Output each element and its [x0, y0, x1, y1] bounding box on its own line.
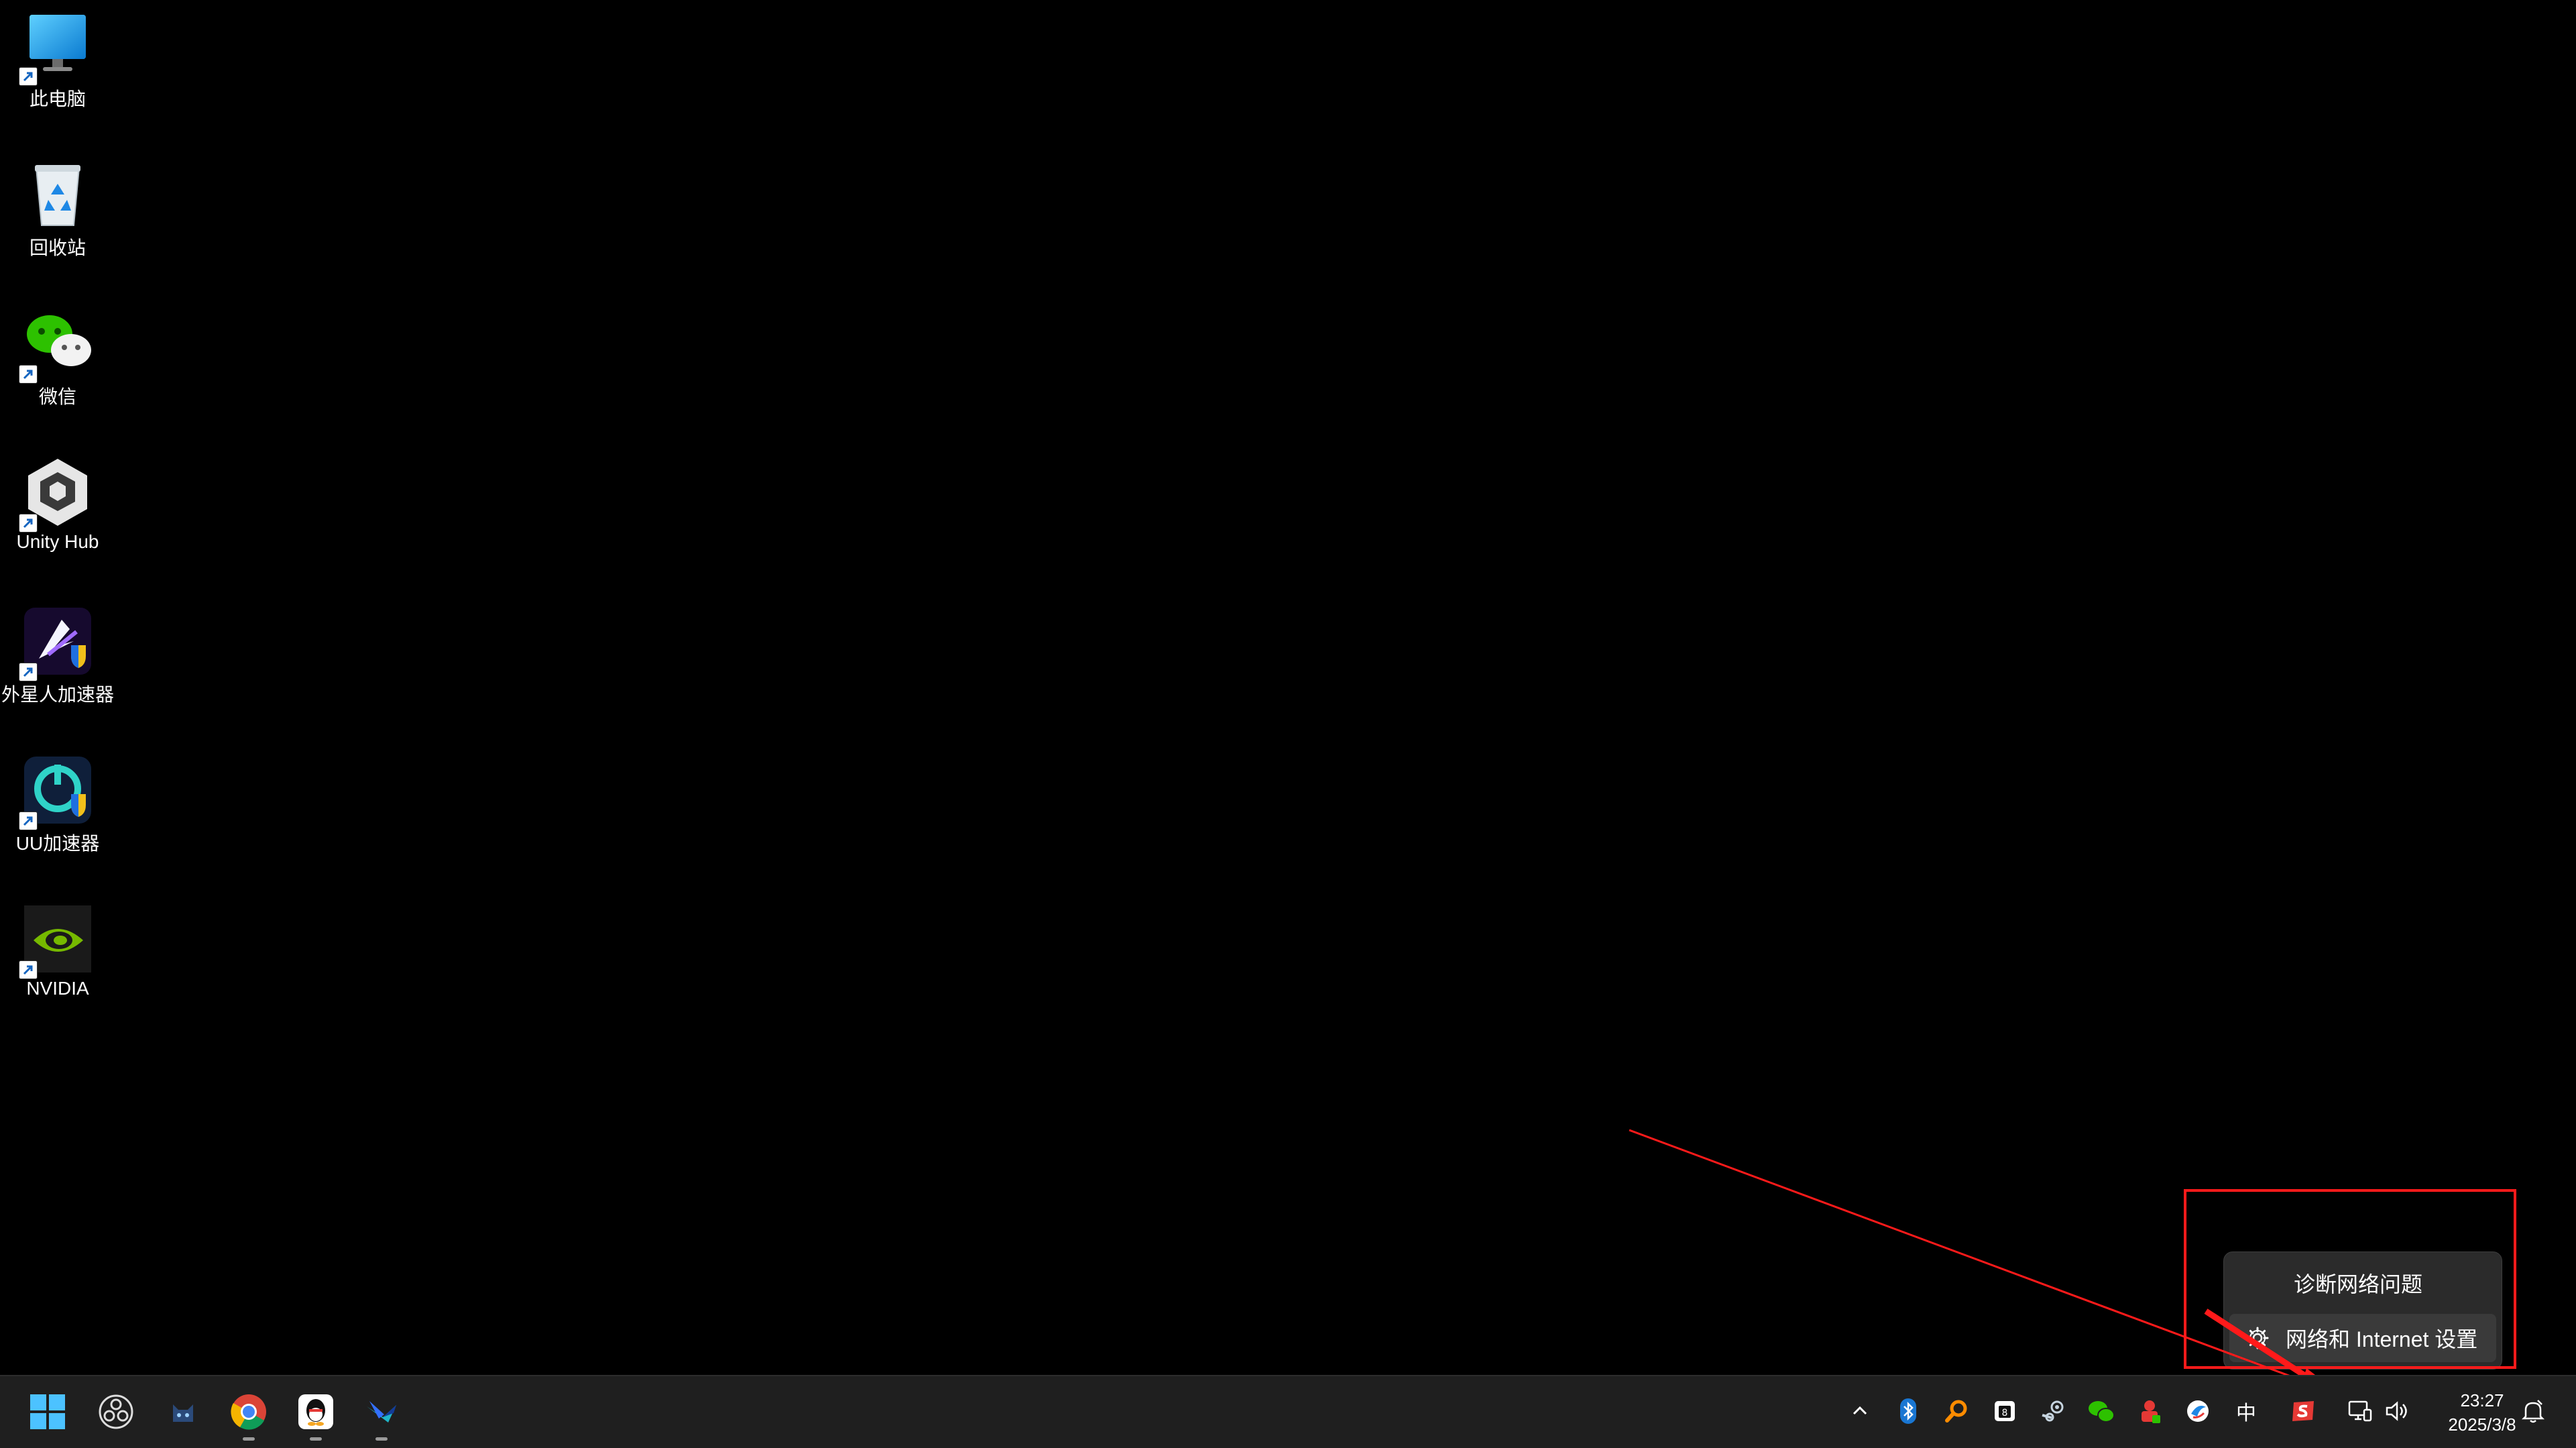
ime-indicator[interactable]: 中 [2230, 1395, 2262, 1427]
desktop-icon-wechat[interactable]: 微信 [0, 307, 115, 409]
clock-date: 2025/3/8 [2448, 1414, 2516, 1435]
search-tool-icon [1945, 1400, 1967, 1423]
desktop-icon-label: 微信 [38, 386, 76, 407]
steam-icon [2042, 1400, 2064, 1422]
notification-bell-icon [2521, 1400, 2545, 1423]
tray-calendar-app[interactable]: 8 [1989, 1395, 2021, 1427]
recycle-bin-icon [21, 158, 94, 231]
wechat-icon [19, 307, 94, 384]
tray-sogou[interactable] [2288, 1395, 2320, 1427]
ime-label: 中 [2236, 1402, 2256, 1425]
taskbar: 8 中 23:27 2025/3/8 [0, 1375, 2576, 1448]
tray-search-tool[interactable] [1940, 1395, 1973, 1427]
tray-volume[interactable] [2380, 1395, 2412, 1427]
desktop-icon-label: 回收站 [29, 237, 86, 258]
tray-overflow-button[interactable] [1844, 1395, 1876, 1427]
taskbar-clock[interactable]: 23:27 2025/3/8 [2435, 1388, 2529, 1437]
red-highlight-box [2184, 1189, 2516, 1369]
tray-red-app[interactable] [2133, 1395, 2166, 1427]
desktop-icon-label: 此电脑 [29, 89, 86, 109]
monitor-icon [19, 9, 94, 86]
desktop-icon-label: NVIDIA [26, 978, 89, 999]
desktop-icon-recycle-bin[interactable]: 回收站 [0, 158, 115, 260]
nvidia-icon [19, 903, 94, 979]
taskbar-app-feishu[interactable] [358, 1388, 405, 1441]
desktop-icon-this-pc[interactable]: 此电脑 [0, 9, 115, 111]
browser-tray-icon [2187, 1400, 2209, 1422]
shortcut-arrow-icon [19, 663, 38, 681]
desktop-icon-label: UU加速器 [15, 833, 100, 854]
shortcut-arrow-icon [19, 960, 38, 979]
tray-bluetooth[interactable] [1892, 1395, 1924, 1427]
notification-button[interactable] [2517, 1395, 2549, 1427]
taskbar-app-cat[interactable] [160, 1388, 207, 1435]
shortcut-arrow-icon [19, 514, 38, 533]
desktop-icon-uu-accelerator[interactable]: UU加速器 [0, 754, 115, 856]
svg-text:8: 8 [2002, 1408, 2008, 1418]
taskbar-app-chrome[interactable] [225, 1388, 272, 1441]
desktop-icon-label: 外星人加速器 [1, 684, 114, 705]
start-icon [30, 1394, 65, 1429]
obs-icon [99, 1394, 133, 1429]
desktop-icon-unity-hub[interactable]: Unity Hub [0, 456, 115, 553]
unity-hub-icon [19, 456, 94, 533]
shortcut-arrow-icon [19, 365, 38, 384]
feishu-icon [367, 1401, 396, 1423]
desktop-icon-alien-accelerator[interactable]: 外星人加速器 [0, 605, 115, 707]
red-app-icon [2142, 1400, 2160, 1423]
sogou-icon [2292, 1401, 2314, 1421]
clock-time: 23:27 [2460, 1390, 2504, 1410]
desktop-icon-nvidia[interactable]: NVIDIA [0, 903, 115, 999]
start-button[interactable] [24, 1388, 71, 1435]
network-icon [2348, 1400, 2372, 1422]
qq-icon [298, 1394, 333, 1429]
shortcut-arrow-icon [19, 812, 38, 830]
shortcut-arrow-icon [19, 67, 38, 86]
bluetooth-icon [1900, 1398, 1916, 1424]
alien-accelerator-icon [19, 605, 94, 681]
tray-wechat[interactable] [2085, 1395, 2117, 1427]
cat-app-icon [173, 1404, 193, 1422]
chevron-up-icon [1853, 1406, 1867, 1415]
tray-steam[interactable] [2037, 1395, 2069, 1427]
taskbar-app-obs[interactable] [93, 1388, 139, 1435]
wechat-tray-icon [2089, 1401, 2115, 1423]
calendar-app-icon: 8 [1995, 1401, 2015, 1421]
tray-network[interactable] [2344, 1395, 2376, 1427]
volume-icon [2386, 1401, 2407, 1421]
chrome-icon [231, 1394, 266, 1430]
uu-accelerator-icon [19, 754, 94, 830]
taskbar-app-qq[interactable] [292, 1388, 339, 1441]
desktop-icon-label: Unity Hub [16, 531, 99, 552]
tray-browser[interactable] [2182, 1395, 2214, 1427]
